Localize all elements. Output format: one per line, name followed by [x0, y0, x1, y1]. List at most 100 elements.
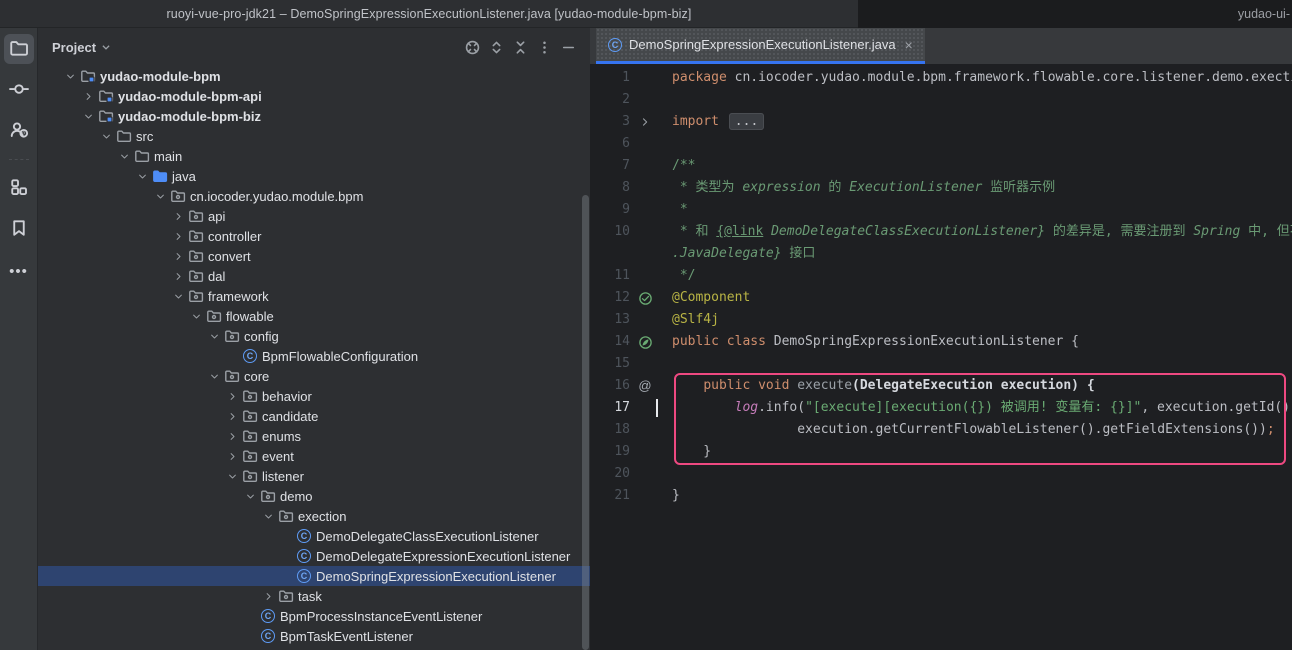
locate-target-icon[interactable] — [460, 35, 484, 59]
code-line-10[interactable]: 10 * 和 {@link DemoDelegateClassExecution… — [590, 221, 1292, 243]
tree-item-api[interactable]: api — [38, 206, 590, 226]
chevron-down-icon[interactable] — [206, 328, 222, 344]
tree-item-main[interactable]: main — [38, 146, 590, 166]
tree-item-yudao-module-bpm[interactable]: yudao-module-bpm — [38, 66, 590, 86]
line-number: 13 — [590, 309, 630, 331]
chevron-right-icon[interactable] — [224, 388, 240, 404]
chevron-down-icon[interactable] — [242, 488, 258, 504]
code-line-19[interactable]: 19 } — [590, 441, 1292, 463]
code-line-7[interactable]: 7/** — [590, 155, 1292, 177]
code-line-11[interactable]: 11 */ — [590, 265, 1292, 287]
code-line-3[interactable]: 3import ... — [590, 111, 1292, 133]
tree-item-behavior[interactable]: behavior — [38, 386, 590, 406]
tree-item-flowable[interactable]: flowable — [38, 306, 590, 326]
tree-item-src[interactable]: src — [38, 126, 590, 146]
chevron-right-icon[interactable] — [224, 408, 240, 424]
line-number — [590, 243, 630, 265]
tree-item-config[interactable]: config — [38, 326, 590, 346]
tree-item-demo[interactable]: demo — [38, 486, 590, 506]
chevron-right-icon[interactable] — [170, 228, 186, 244]
tool-button-bookmarks[interactable] — [4, 214, 34, 244]
close-icon[interactable]: × — [903, 37, 915, 53]
tree-item-convert[interactable]: convert — [38, 246, 590, 266]
chevron-down-icon[interactable] — [80, 108, 96, 124]
gutter-icon-slot — [630, 89, 660, 111]
chevron-right-icon[interactable] — [170, 268, 186, 284]
chevron-right-icon[interactable] — [224, 448, 240, 464]
chevron-down-icon[interactable] — [170, 288, 186, 304]
tree-item-yudao-module-bpm-biz[interactable]: yudao-module-bpm-biz — [38, 106, 590, 126]
chevron-down-icon[interactable] — [260, 508, 276, 524]
code-line-14[interactable]: 14public class DemoSpringExpressionExecu… — [590, 331, 1292, 353]
chevron-down-icon[interactable] — [101, 40, 111, 55]
tree-item-DemoDelegateClassExecutionListener[interactable]: CDemoDelegateClassExecutionListener — [38, 526, 590, 546]
tree-item-event[interactable]: event — [38, 446, 590, 466]
code-line-12[interactable]: 12@Component — [590, 287, 1292, 309]
code-line-13[interactable]: 13@Slf4j — [590, 309, 1292, 331]
fold-arrow-icon[interactable] — [630, 111, 660, 133]
tool-button-pull-requests[interactable]: ? — [4, 116, 34, 146]
tree-scrollbar[interactable] — [582, 195, 589, 650]
expand-all-icon[interactable] — [484, 35, 508, 59]
tree-item-framework[interactable]: framework — [38, 286, 590, 306]
code-line-20[interactable]: 20 — [590, 463, 1292, 485]
chevron-right-icon[interactable] — [170, 248, 186, 264]
chevron-right-icon[interactable] — [170, 208, 186, 224]
tree-item-DemoSpringExpressionExecutionListener[interactable]: CDemoSpringExpressionExecutionListener — [38, 566, 590, 586]
chevron-down-icon[interactable] — [152, 188, 168, 204]
tool-button-commit[interactable] — [4, 75, 34, 105]
collapse-all-icon[interactable] — [508, 35, 532, 59]
code-line-21[interactable]: 21} — [590, 485, 1292, 507]
editor-tab-active[interactable]: C DemoSpringExpressionExecutionListener.… — [596, 28, 925, 64]
chevron-right-icon[interactable] — [80, 88, 96, 104]
code-line-wrap[interactable]: .JavaDelegate} 接口 — [590, 243, 1292, 265]
chevron-down-icon[interactable] — [206, 368, 222, 384]
hide-panel-icon[interactable] — [556, 35, 580, 59]
chevron-down-icon[interactable] — [134, 168, 150, 184]
chevron-down-icon[interactable] — [62, 68, 78, 84]
code-line-17[interactable]: 17 log.info("[execute][execution({}) 被调用… — [590, 397, 1292, 419]
spring-leaf-icon[interactable] — [630, 331, 660, 353]
project-panel-title[interactable]: Project — [52, 40, 96, 55]
tree-item-cn.iocoder.yudao.module.bpm[interactable]: cn.iocoder.yudao.module.bpm — [38, 186, 590, 206]
code-line-6[interactable]: 6 — [590, 133, 1292, 155]
background-window-title-area[interactable]: yudao-ui- — [858, 0, 1292, 28]
tree-item-DemoDelegateExpressionExecutionListener[interactable]: CDemoDelegateExpressionExecutionListener — [38, 546, 590, 566]
chevron-down-icon[interactable] — [224, 468, 240, 484]
chevron-right-icon[interactable] — [260, 588, 276, 604]
code-line-9[interactable]: 9 * — [590, 199, 1292, 221]
tree-item-label: demo — [278, 489, 313, 504]
code-line-2[interactable]: 2 — [590, 89, 1292, 111]
tree-item-dal[interactable]: dal — [38, 266, 590, 286]
code-line-8[interactable]: 8 * 类型为 expression 的 ExecutionListener 监… — [590, 177, 1292, 199]
tool-button-project[interactable] — [4, 34, 34, 64]
spring-bean-icon[interactable] — [630, 287, 660, 309]
tree-item-BpmFlowableConfiguration[interactable]: CBpmFlowableConfiguration — [38, 346, 590, 366]
more-options-icon[interactable] — [532, 35, 556, 59]
tree-item-BpmProcessInstanceEventListener[interactable]: CBpmProcessInstanceEventListener — [38, 606, 590, 626]
tree-item-core[interactable]: core — [38, 366, 590, 386]
at-symbol-icon[interactable]: @ — [630, 375, 660, 397]
code-area[interactable]: 1package cn.iocoder.yudao.module.bpm.fra… — [590, 64, 1292, 650]
code-line-16[interactable]: 16@ public void execute(DelegateExecutio… — [590, 375, 1292, 397]
tree-item-yudao-module-bpm-api[interactable]: yudao-module-bpm-api — [38, 86, 590, 106]
chevron-right-icon[interactable] — [224, 428, 240, 444]
tree-item-enums[interactable]: enums — [38, 426, 590, 446]
tree-item-java[interactable]: java — [38, 166, 590, 186]
gutter: 19 — [590, 441, 664, 463]
chevron-down-icon[interactable] — [188, 308, 204, 324]
tree-item-task[interactable]: task — [38, 586, 590, 606]
tool-button-more[interactable]: ••• — [4, 255, 34, 285]
tree-item-candidate[interactable]: candidate — [38, 406, 590, 426]
code-line-15[interactable]: 15 — [590, 353, 1292, 375]
chevron-down-icon[interactable] — [116, 148, 132, 164]
chevron-down-icon[interactable] — [98, 128, 114, 144]
code-line-18[interactable]: 18 execution.getCurrentFlowableListener(… — [590, 419, 1292, 441]
tool-button-structure[interactable] — [4, 173, 34, 203]
code-line-1[interactable]: 1package cn.iocoder.yudao.module.bpm.fra… — [590, 67, 1292, 89]
tree-item-listener[interactable]: listener — [38, 466, 590, 486]
tree-item-exection[interactable]: exection — [38, 506, 590, 526]
tree-item-label: BpmFlowableConfiguration — [260, 349, 418, 364]
tree-item-controller[interactable]: controller — [38, 226, 590, 246]
tree-item-BpmTaskEventListener[interactable]: CBpmTaskEventListener — [38, 626, 590, 646]
